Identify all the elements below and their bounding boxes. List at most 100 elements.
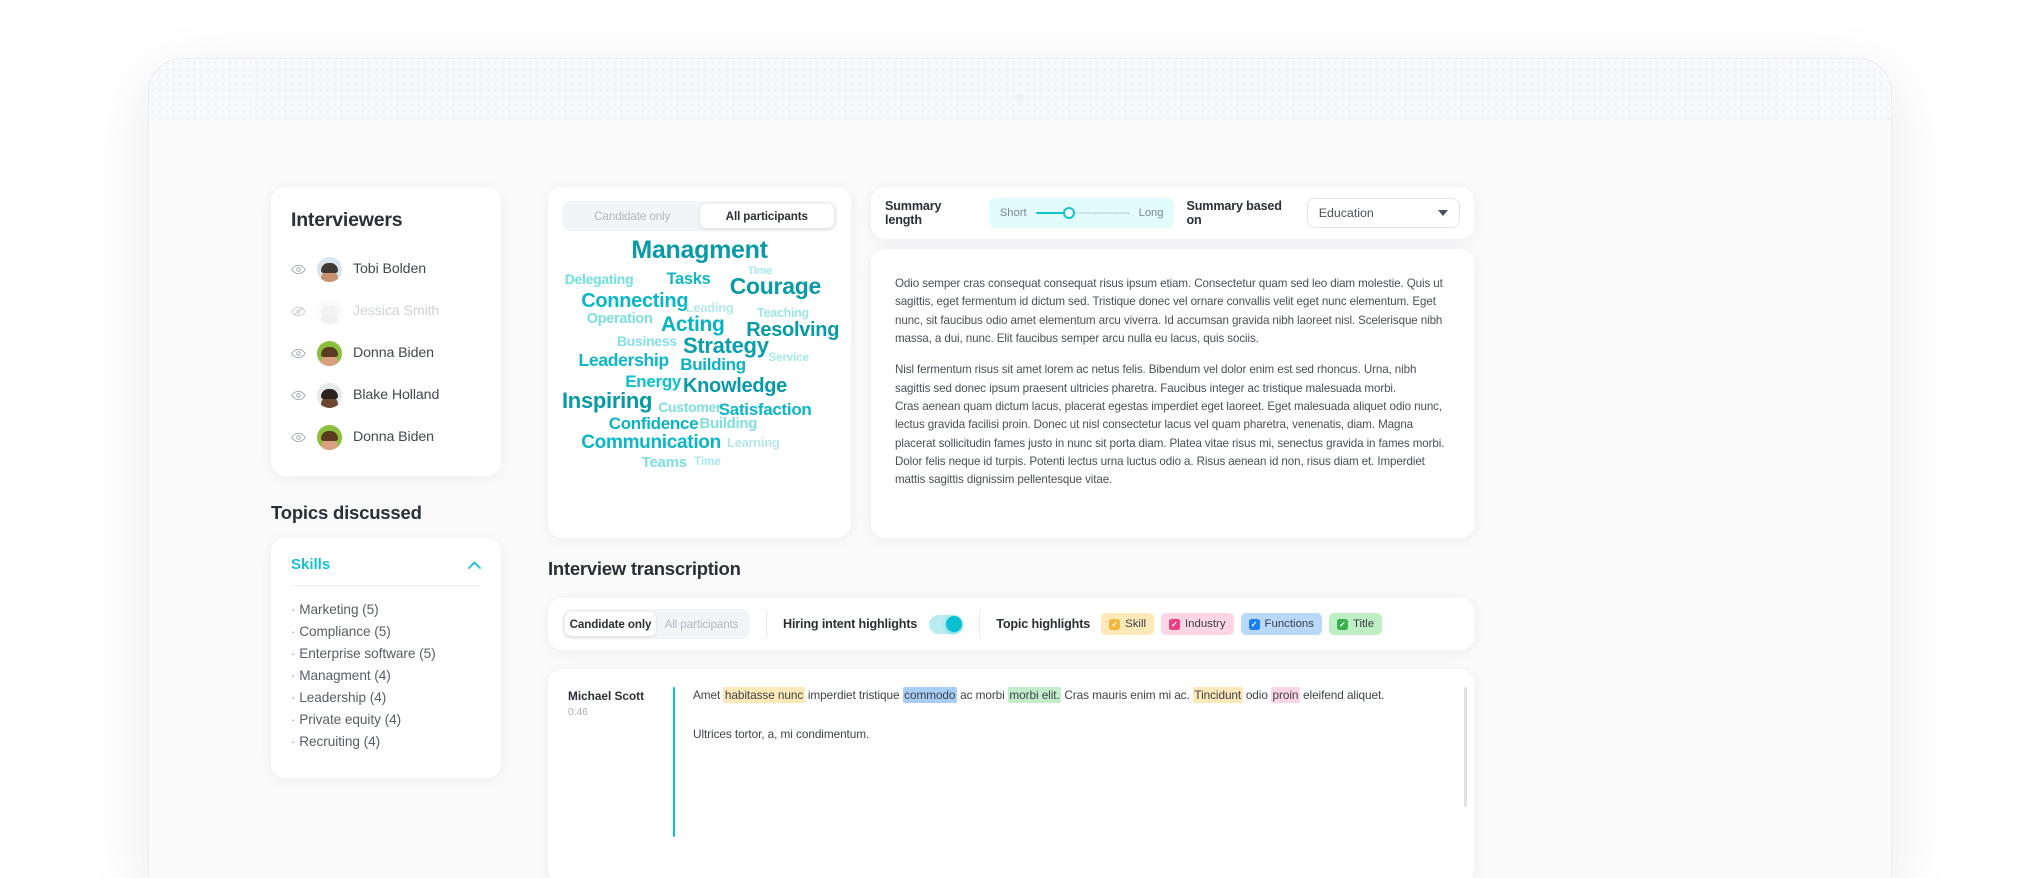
- interviewer-row[interactable]: Tobi Bolden: [271, 248, 501, 290]
- summary-panel: Odio semper cras consequat consequat ris…: [871, 249, 1474, 538]
- control-divider: [979, 611, 981, 637]
- chevron-down-icon: [1438, 210, 1449, 216]
- slider-tick: [1126, 211, 1130, 215]
- interviewer-name: Donna Biden: [353, 429, 434, 445]
- word-cloud-term[interactable]: Strategy: [683, 335, 769, 357]
- control-divider: [766, 611, 767, 637]
- topic-list-item[interactable]: Private equity (4): [291, 709, 481, 731]
- slider-track[interactable]: [1035, 207, 1130, 219]
- chip-label: Industry: [1185, 618, 1226, 630]
- transcript-tab-candidate-only[interactable]: Candidate only: [565, 612, 656, 636]
- eye-icon[interactable]: [291, 346, 306, 361]
- word-cloud-term[interactable]: Knowledge: [683, 376, 787, 396]
- transcript-timestamp[interactable]: 0:46: [568, 707, 673, 718]
- interviewer-list: Tobi Bolden Jessica Smith Donna Biden Bl…: [271, 248, 501, 458]
- topics-discussed-heading: Topics discussed: [271, 502, 422, 523]
- topic-list-item[interactable]: Leadership (4): [291, 687, 481, 709]
- transcript-highlight[interactable]: proin: [1271, 687, 1300, 703]
- interviewer-row[interactable]: Blake Holland: [271, 374, 501, 416]
- checkbox-icon[interactable]: ✓: [1336, 618, 1348, 630]
- avatar-image: [317, 298, 342, 324]
- topic-chip-functions[interactable]: ✓ Functions: [1240, 613, 1322, 635]
- interviewer-row[interactable]: Donna Biden: [271, 332, 501, 374]
- transcript-highlight[interactable]: Tincidunt: [1192, 687, 1243, 703]
- word-cloud: Managment Delegating Tasks Time Courage Conne…: [562, 235, 839, 527]
- word-cloud-term[interactable]: Managment: [631, 238, 768, 263]
- hiring-intent-label: Hiring intent highlights: [783, 617, 918, 631]
- left-column: Interviewers Tobi Bolden Jessica Smith D…: [271, 187, 501, 778]
- word-cloud-term[interactable]: Leadership: [579, 351, 670, 370]
- chip-label: Title: [1352, 618, 1375, 630]
- word-cloud-term[interactable]: Inspiring: [562, 390, 653, 412]
- eye-icon[interactable]: [291, 262, 306, 277]
- topic-chip-industry[interactable]: ✓ Industry: [1161, 613, 1234, 635]
- summary-paragraph: Nisl fermentum risus sit amet lorem ac n…: [895, 363, 1417, 395]
- interviewer-name: Jessica Smith: [353, 303, 440, 319]
- device-camera-dot: [1015, 93, 1025, 102]
- topic-chip-title[interactable]: ✓ Title: [1328, 613, 1383, 635]
- word-cloud-term[interactable]: Connecting: [581, 291, 688, 311]
- topic-list-item[interactable]: Enterprise software (5): [291, 643, 481, 665]
- transcript-highlight[interactable]: commodo: [902, 687, 957, 703]
- word-cloud-term[interactable]: Delegating: [565, 272, 634, 286]
- word-cloud-term[interactable]: Building: [700, 416, 758, 431]
- word-cloud-term[interactable]: Building: [680, 356, 746, 373]
- transcript-highlight[interactable]: habitasse nunc: [723, 687, 805, 703]
- word-cloud-term[interactable]: Communication: [581, 433, 721, 452]
- word-cloud-term[interactable]: Confidence: [609, 415, 699, 432]
- avatar: [317, 382, 342, 408]
- interviewer-name: Tobi Bolden: [353, 261, 427, 277]
- interviewer-name: Blake Holland: [353, 387, 440, 403]
- transcript-tab-all-participants[interactable]: All participants: [656, 612, 747, 636]
- topic-group-skills[interactable]: Skills: [291, 556, 481, 586]
- avatar-image: [317, 340, 342, 366]
- chip-label: Functions: [1264, 618, 1314, 630]
- transcript-line: Ultrices tortor, a, mi condimentum.: [693, 726, 870, 741]
- word-cloud-tab-candidate-only[interactable]: Candidate only: [565, 204, 700, 228]
- checkbox-icon[interactable]: ✓: [1109, 618, 1121, 630]
- summary-based-on-select[interactable]: Education: [1306, 198, 1461, 228]
- eye-icon[interactable]: [291, 388, 306, 403]
- transcript-scrollbar[interactable]: [1464, 687, 1467, 807]
- word-cloud-term[interactable]: Courage: [730, 275, 822, 298]
- word-cloud-term[interactable]: Teaching: [757, 307, 809, 320]
- word-cloud-audience-toggle[interactable]: Candidate only All participants: [562, 201, 837, 231]
- checkbox-icon[interactable]: ✓: [1169, 618, 1181, 630]
- word-cloud-term[interactable]: Tasks: [667, 271, 711, 288]
- interviewer-row[interactable]: Jessica Smith: [271, 290, 501, 332]
- transcript-highlight[interactable]: morbi elit.: [1007, 687, 1062, 703]
- word-cloud-term[interactable]: Time: [694, 455, 721, 467]
- word-cloud-term[interactable]: Learning: [727, 436, 780, 449]
- topic-list-item[interactable]: Managment (4): [291, 665, 481, 687]
- topics-panel: Skills Marketing (5)Compliance (5)Enterp…: [271, 538, 501, 778]
- word-cloud-term[interactable]: Acting: [661, 314, 725, 335]
- slider-tick: [1093, 211, 1097, 215]
- word-cloud-tab-all-participants[interactable]: All participants: [699, 204, 834, 228]
- word-cloud-term[interactable]: Service: [768, 351, 809, 363]
- slider-short-label: Short: [999, 207, 1027, 219]
- transcript-audience-toggle[interactable]: Candidate only All participants: [562, 609, 750, 639]
- avatar-image: [317, 256, 342, 282]
- transcription-heading: Interview transcription: [548, 558, 741, 579]
- checkbox-icon[interactable]: ✓: [1248, 618, 1260, 630]
- eye-off-icon[interactable]: [291, 304, 306, 319]
- summary-controls-bar: Summary length Short Long Summary based …: [871, 187, 1474, 239]
- topic-chip-skill[interactable]: ✓ Skill: [1101, 613, 1155, 635]
- topic-list-item[interactable]: Compliance (5): [291, 621, 481, 643]
- word-cloud-term[interactable]: Business: [617, 334, 677, 348]
- interviewers-title: Interviewers: [291, 209, 403, 231]
- summary-length-slider[interactable]: Short Long: [988, 198, 1175, 228]
- interviewer-row[interactable]: Donna Biden: [271, 416, 501, 458]
- summary-based-on-value: Education: [1318, 206, 1374, 220]
- eye-icon[interactable]: [291, 430, 306, 445]
- transcript-entry: Michael Scott 0:46 Amet habitasse nunc imp…: [568, 687, 1458, 837]
- slider-knob[interactable]: [1063, 207, 1076, 219]
- topic-list-item[interactable]: Marketing (5): [291, 599, 481, 621]
- transcript-text: Amet habitasse nunc imperdiet tristique …: [675, 687, 1458, 837]
- word-cloud-term[interactable]: Teams: [642, 455, 687, 470]
- topic-list-item[interactable]: Recruiting (4): [291, 731, 481, 753]
- hiring-intent-toggle[interactable]: [929, 614, 964, 634]
- word-cloud-term[interactable]: Customer: [658, 400, 721, 414]
- word-cloud-term[interactable]: Operation: [587, 312, 653, 327]
- summary-text: Odio semper cras consequat consequat ris…: [895, 275, 1450, 489]
